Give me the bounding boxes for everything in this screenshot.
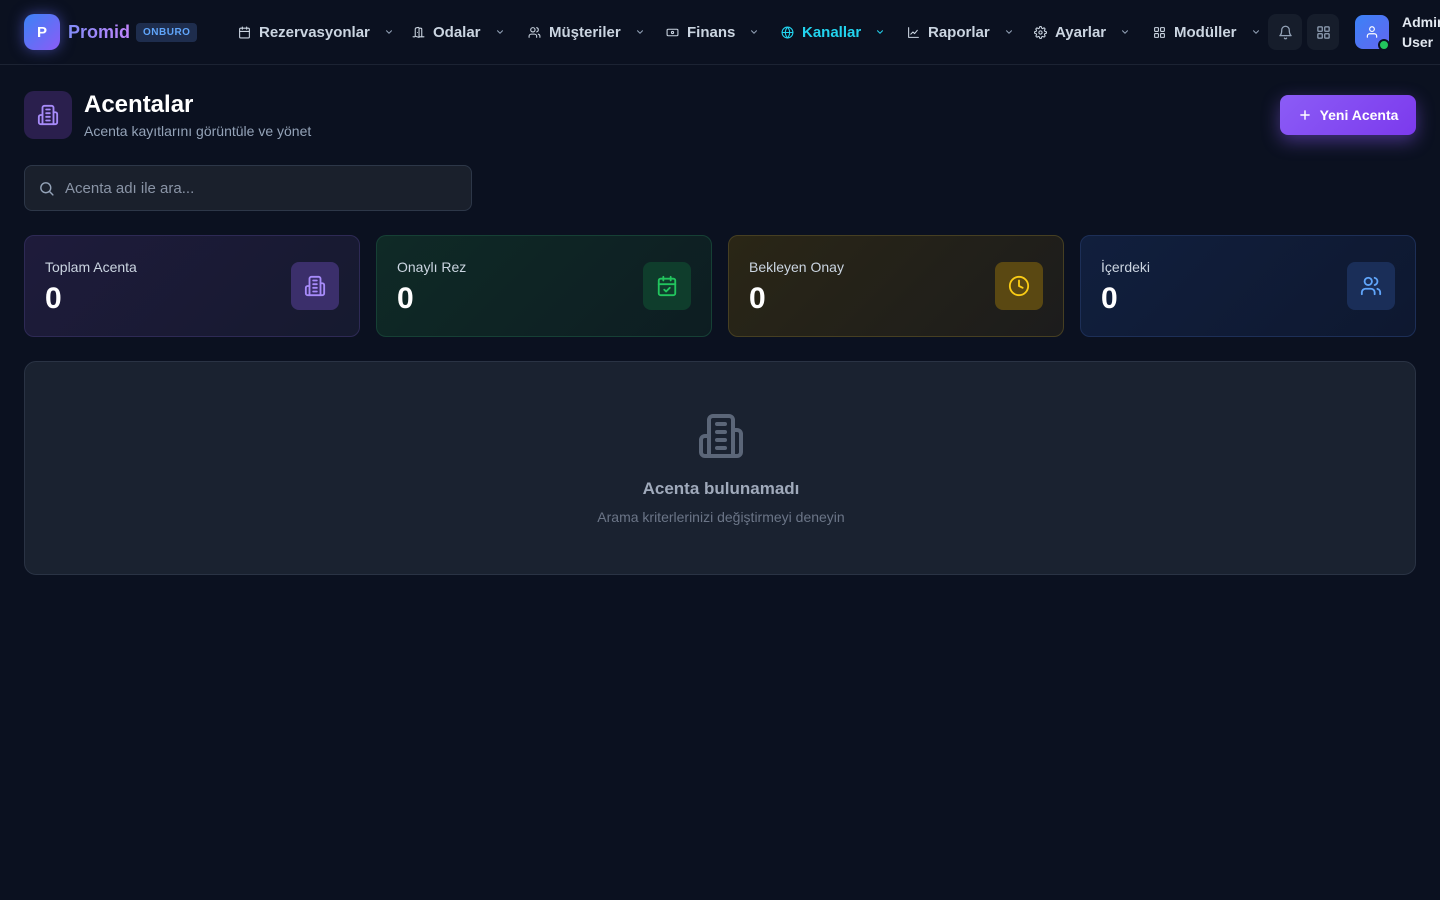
empty-state-subtitle: Arama kriterlerinizi değiştirmeyi deneyi… — [597, 509, 845, 525]
nav-label: Müşteriler — [549, 23, 621, 41]
stat-icon-box — [643, 262, 691, 310]
user-icon — [1366, 26, 1378, 38]
page-subtitle: Acenta kayıtlarını görüntüle ve yönet — [84, 123, 312, 139]
stat-value: 0 — [749, 282, 766, 315]
stat-card-confirmed-reservations: Onaylı Rez 0 — [376, 235, 712, 337]
banknote-icon — [666, 28, 679, 36]
chevron-down-icon — [877, 30, 884, 34]
building-icon — [37, 104, 59, 126]
search-input[interactable] — [65, 166, 465, 210]
top-navbar: P Promid ONBURO Rezervasyonlar Odalar Mü… — [0, 0, 1440, 65]
plus-icon — [1299, 110, 1310, 120]
stat-label: Bekleyen Onay — [749, 259, 844, 275]
brand-logo[interactable]: P — [24, 14, 60, 50]
stat-value: 0 — [1101, 282, 1118, 315]
nav-item-kanallar[interactable]: Kanallar — [781, 20, 885, 44]
brand-badge: ONBURO — [136, 23, 198, 42]
gear-icon — [1034, 25, 1047, 39]
clock-icon — [1008, 275, 1030, 297]
nav-item-raporlar[interactable]: Raporlar — [907, 20, 1014, 44]
chevron-down-icon — [751, 30, 758, 34]
stat-card-pending-approval: Bekleyen Onay 0 — [728, 235, 1064, 337]
online-status-dot — [1378, 39, 1390, 51]
stat-card-total-agencies: Toplam Acenta 0 — [24, 235, 360, 337]
building-icon — [304, 275, 326, 297]
nav-label: Odalar — [433, 23, 481, 41]
chevron-down-icon — [636, 30, 643, 34]
page-header-icon — [24, 91, 72, 139]
brand-name[interactable]: Promid — [68, 21, 130, 43]
chevron-down-icon — [1005, 30, 1012, 34]
nav-label: Raporlar — [928, 23, 990, 41]
chevron-down-icon — [1122, 30, 1129, 34]
bell-icon — [1278, 25, 1292, 39]
search-box — [24, 165, 472, 211]
apps-button[interactable] — [1307, 14, 1339, 50]
calendar-icon — [239, 26, 250, 38]
building-icon — [699, 414, 743, 458]
empty-state-title: Acenta bulunamadı — [642, 479, 800, 498]
stat-value: 0 — [397, 282, 414, 315]
stat-label: Toplam Acenta — [45, 259, 137, 275]
nav-item-musteriler[interactable]: Müşteriler — [528, 20, 645, 44]
nav-label: Kanallar — [802, 23, 862, 41]
new-agency-button[interactable]: Yeni Acenta — [1280, 95, 1416, 135]
nav-label: Finans — [687, 23, 736, 41]
brand-logo-letter: P — [36, 23, 47, 41]
globe-icon — [781, 26, 794, 38]
nav-item-ayarlar[interactable]: Ayarlar — [1034, 20, 1130, 44]
stat-label: İçerdeki — [1101, 259, 1151, 275]
users-icon — [1360, 276, 1382, 296]
notifications-button[interactable] — [1268, 14, 1302, 50]
nav-item-finans[interactable]: Finans — [666, 20, 759, 44]
search-icon — [40, 182, 54, 196]
calendar-check-icon — [657, 275, 677, 297]
chevron-down-icon — [1252, 30, 1259, 34]
stat-icon-box — [995, 262, 1043, 310]
nav-item-rezervasyonlar[interactable]: Rezervasyonlar — [238, 20, 394, 44]
stat-icon-box — [1347, 262, 1395, 310]
empty-state-panel: Acenta bulunamadı Arama kriterlerinizi d… — [24, 361, 1416, 575]
stat-value: 0 — [45, 282, 62, 315]
stat-card-in-house: İçerdeki 0 — [1080, 235, 1416, 337]
nav-item-moduller[interactable]: Modüller — [1153, 20, 1261, 44]
nav-label: Rezervasyonlar — [259, 23, 370, 41]
nav-label: Modüller — [1174, 23, 1237, 41]
user-name[interactable]: Admin User — [1402, 12, 1440, 52]
chevron-down-icon — [496, 30, 503, 34]
line-chart-icon — [908, 26, 919, 38]
layout-grid-icon — [1316, 25, 1330, 39]
users-icon — [528, 26, 541, 38]
nav-item-odalar[interactable]: Odalar — [412, 20, 505, 44]
nav-label: Ayarlar — [1055, 23, 1107, 41]
stat-label: Onaylı Rez — [397, 259, 467, 275]
new-agency-button-label: Yeni Acenta — [1319, 107, 1399, 123]
door-icon — [412, 26, 425, 38]
page-title: Acentalar — [84, 91, 194, 118]
grid-icon — [1154, 26, 1165, 38]
chevron-down-icon — [385, 30, 392, 34]
stat-icon-box — [291, 262, 339, 310]
